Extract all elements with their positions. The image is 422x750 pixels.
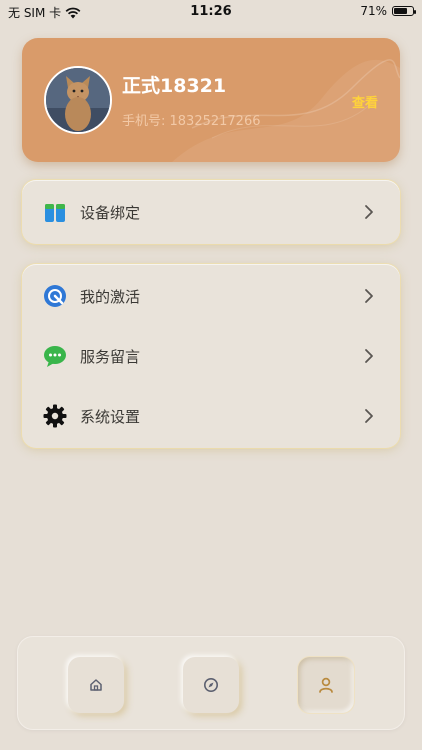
message-icon (44, 346, 66, 367)
battery-percent: 71% (360, 4, 387, 18)
settings-icon (43, 404, 67, 428)
chevron-right-icon (365, 349, 373, 363)
chevron-right-icon (365, 409, 373, 423)
profile-card[interactable]: 正式18321 手机号: 18325217266 查看 (22, 38, 400, 162)
tab-home[interactable] (68, 657, 124, 713)
home-icon (90, 679, 102, 691)
chevron-right-icon (365, 289, 373, 303)
activation-icon (44, 285, 66, 307)
tab-discover[interactable] (183, 657, 239, 713)
tab-profile[interactable] (298, 657, 354, 713)
menu-item-label: 设备绑定 (80, 203, 141, 222)
menu-item-label: 我的激活 (80, 287, 141, 306)
menu-item-system-settings[interactable]: 系统设置 (22, 386, 400, 446)
menu-item-label: 服务留言 (80, 347, 141, 366)
menu-item-device-bind[interactable]: 设备绑定 (22, 180, 400, 244)
menu-item-activation[interactable]: 我的激活 (22, 266, 400, 326)
menu-item-label: 系统设置 (80, 407, 141, 426)
battery-icon (392, 6, 416, 16)
chevron-right-icon (365, 205, 373, 219)
menu-item-service-message[interactable]: 服务留言 (22, 326, 400, 386)
avatar[interactable] (44, 66, 112, 134)
status-time: 11:26 (190, 4, 232, 19)
cat-avatar-image (46, 68, 110, 132)
status-bar: 无 SIM 卡 11:26 71% (0, 0, 422, 24)
battery-group: 71% (360, 4, 416, 18)
device-bind-icon (45, 204, 65, 222)
compass-icon (204, 678, 218, 692)
bottom-tab-bar (17, 636, 405, 730)
user-phone: 手机号: 18325217266 (122, 114, 261, 129)
user-name: 正式18321 (122, 75, 227, 97)
user-icon (319, 677, 333, 693)
settings-menu-card: 我的激活 服务留言 系统设置 (22, 264, 400, 448)
device-menu-card: 设备绑定 (22, 180, 400, 244)
view-profile-link[interactable]: 查看 (352, 92, 378, 111)
